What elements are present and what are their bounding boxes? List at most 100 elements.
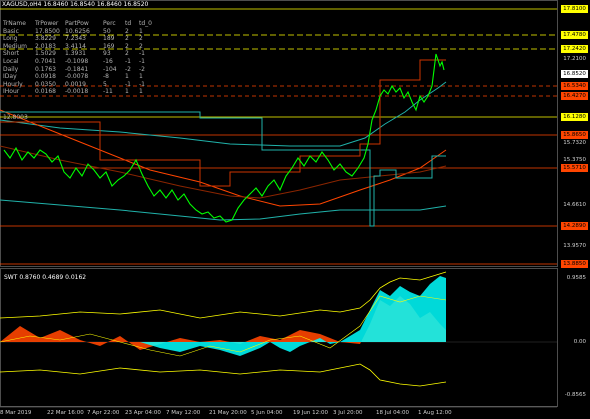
table-cell: 2 bbox=[139, 35, 143, 43]
table-cell: IDay bbox=[3, 73, 17, 81]
price-tag: 17.2420 bbox=[561, 45, 588, 53]
table-header-cell: PartPow bbox=[65, 20, 89, 27]
price-tag: 14.2890 bbox=[561, 222, 588, 230]
indicator-axis-tick: 0.9585 bbox=[566, 275, 586, 281]
time-axis-label: 18 Jul 04:00 bbox=[376, 410, 409, 416]
table-cell: 1 bbox=[139, 88, 143, 96]
price-tag: 17.4780 bbox=[561, 31, 588, 39]
price-tag: 13.8850 bbox=[561, 260, 588, 268]
time-axis-label: 7 Apr 22:00 bbox=[87, 410, 120, 416]
table-cell: -2 bbox=[125, 65, 131, 73]
table-cell: Daily bbox=[3, 65, 19, 73]
table-row: IHour 0.0168 -0.0018 -11 1 1 bbox=[3, 88, 153, 96]
table-cell: -8 bbox=[103, 73, 109, 81]
table-cell: 10.6256 bbox=[65, 27, 90, 35]
indicator-frame bbox=[0, 268, 558, 407]
price-tag: 17.8100 bbox=[561, 5, 588, 13]
table-cell: 1.5029 bbox=[35, 50, 56, 58]
table-cell: 2.0183 bbox=[35, 42, 56, 50]
table-cell: -0.1098 bbox=[65, 57, 89, 65]
table-cell: 17.8500 bbox=[35, 27, 60, 35]
indicator-yellow-lower bbox=[0, 363, 447, 387]
price-axis-tick: 13.9570 bbox=[563, 243, 586, 249]
table-cell: 2 bbox=[125, 42, 129, 50]
table-cell: 0.0168 bbox=[35, 88, 56, 96]
table-cell: 7.2343 bbox=[65, 35, 86, 43]
table-cell: 2 bbox=[139, 42, 143, 50]
table-header-cell: TrPower bbox=[35, 20, 59, 27]
table-cell: 0.1763 bbox=[35, 65, 56, 73]
table-cell: 0.0918 bbox=[35, 73, 56, 81]
table-cell: 1 bbox=[139, 27, 143, 35]
table-cell: -11 bbox=[103, 88, 113, 96]
table-header-row: TrName TrPower PartPow Perc td td_0 bbox=[3, 20, 153, 28]
table-cell: -104 bbox=[103, 65, 117, 73]
table-extra-value: 12.8003 bbox=[3, 114, 28, 121]
table-cell: IHour bbox=[3, 88, 20, 96]
table-cell: Local bbox=[3, 57, 19, 65]
indicator-cyan-area bbox=[140, 276, 446, 356]
table-row: Local 0.7041 -0.1098 -16 -1 -1 bbox=[3, 58, 153, 66]
time-axis-label: 19 Jun 12:00 bbox=[293, 410, 328, 416]
time-axis-label: 1 Aug 12:00 bbox=[418, 410, 452, 416]
table-cell: -1 bbox=[139, 50, 145, 58]
table-cell: 1.3931 bbox=[65, 50, 86, 58]
table-cell: 189 bbox=[103, 35, 115, 43]
time-axis-label: 21 May 20:00 bbox=[209, 410, 247, 416]
table-cell: Basic bbox=[3, 27, 19, 35]
table-cell: 50 bbox=[103, 27, 111, 35]
chart-header-title: XAGUSD,oH4 16.8460 16.8540 16.8460 16.85… bbox=[2, 1, 149, 8]
price-axis-tick: 15.7320 bbox=[563, 140, 586, 146]
price-tag: 16.1280 bbox=[561, 113, 588, 121]
ma-step-line bbox=[0, 111, 446, 227]
table-header-cell: TrName bbox=[3, 20, 26, 27]
table-cell: Long bbox=[3, 35, 18, 43]
table-cell: -16 bbox=[103, 57, 113, 65]
indicator-pane bbox=[0, 271, 557, 387]
trend-power-table: TrName TrPower PartPow Perc td td_0 Basi… bbox=[3, 20, 153, 96]
price-axis-tick: 14.6610 bbox=[563, 202, 586, 208]
indicator-axis-tick: 0.00 bbox=[573, 339, 586, 345]
table-header-cell: Perc bbox=[103, 20, 116, 27]
table-row: Basic 17.8500 10.6256 50 2 1 bbox=[3, 28, 153, 36]
table-cell: -0.0078 bbox=[65, 73, 89, 81]
time-axis-label: 23 Apr 04:00 bbox=[125, 410, 161, 416]
price-tag: 16.5340 bbox=[561, 82, 588, 90]
table-header-cell: td bbox=[125, 20, 132, 27]
ma-orange-line bbox=[0, 109, 447, 207]
table-header-cell: td_0 bbox=[139, 20, 152, 27]
table-cell: -2 bbox=[139, 65, 145, 73]
time-axis-label: 3 Jul 20:00 bbox=[333, 410, 363, 416]
table-cell: -0.0018 bbox=[65, 88, 89, 96]
price-axis-tick: 17.2100 bbox=[563, 56, 586, 62]
table-cell: 3.4114 bbox=[65, 42, 86, 50]
table-cell: 0.7041 bbox=[35, 57, 56, 65]
table-cell: 1 bbox=[125, 73, 129, 81]
table-cell: 93 bbox=[103, 50, 111, 58]
table-cell: 3.8229 bbox=[35, 35, 56, 43]
table-row: Medium 2.0183 3.4114 169 2 2 bbox=[3, 43, 153, 51]
price-tag: 15.8650 bbox=[561, 131, 588, 139]
table-cell: 5 bbox=[103, 80, 107, 88]
price-tag: 15.5710 bbox=[561, 164, 588, 172]
table-cell: 0.0350 bbox=[35, 80, 56, 88]
table-cell: -1 bbox=[139, 80, 145, 88]
table-cell: -1 bbox=[125, 80, 131, 88]
time-axis-label: 5 Jun 04:00 bbox=[251, 410, 283, 416]
time-axis-label: 8 Mar 2019 bbox=[0, 410, 32, 416]
price-tag: 16.8520 bbox=[561, 70, 588, 78]
table-cell: -1 bbox=[125, 57, 131, 65]
table-cell: Short bbox=[3, 50, 20, 58]
table-row: IDay 0.0918 -0.0078 -8 1 1 bbox=[3, 73, 153, 81]
table-cell: -0.1841 bbox=[65, 65, 89, 73]
table-row: Short 1.5029 1.3931 93 2 -1 bbox=[3, 50, 153, 58]
table-cell: Hourly bbox=[3, 80, 23, 88]
ma-teal-line bbox=[0, 199, 447, 221]
table-row: Hourly 0.0350 0.0019 5 -1 -1 bbox=[3, 81, 153, 89]
table-cell: 2 bbox=[125, 27, 129, 35]
table-cell: Medium bbox=[3, 42, 27, 50]
indicator-title: SWT 0.8760 0.4689 0.0162 bbox=[4, 274, 87, 281]
table-cell: 0.0019 bbox=[65, 80, 86, 88]
table-cell: 2 bbox=[125, 35, 129, 43]
time-axis-label: 7 May 12:00 bbox=[166, 410, 201, 416]
